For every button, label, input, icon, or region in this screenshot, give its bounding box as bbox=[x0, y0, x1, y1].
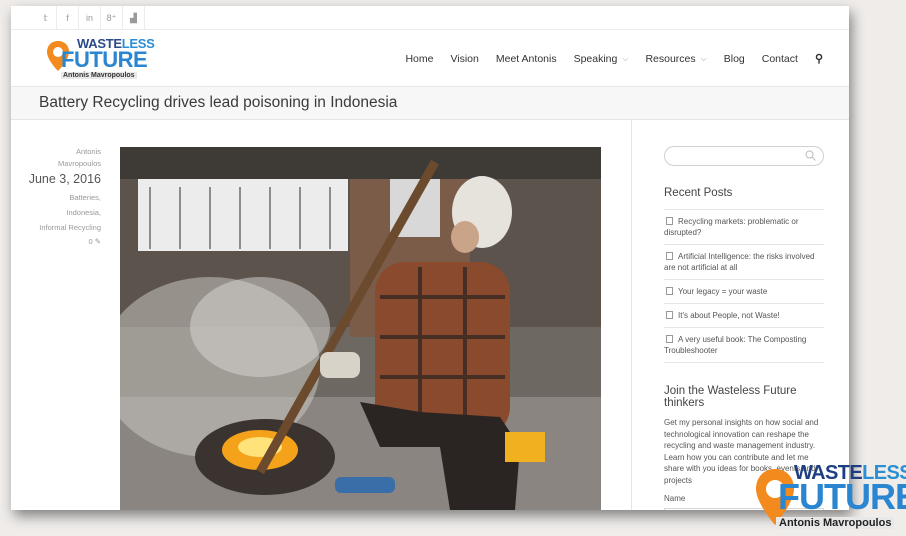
site-logo[interactable]: WASTELESS FUTURE Antonis Mavropoulos bbox=[47, 36, 157, 82]
category-batteries[interactable]: Batteries, bbox=[23, 190, 101, 205]
nav-contact[interactable]: Contact bbox=[762, 53, 798, 65]
nav-meet-antonis[interactable]: Meet Antonis bbox=[496, 53, 557, 65]
search-icon[interactable]: ⚲ bbox=[815, 52, 823, 65]
watermark-word-future: FUTURE bbox=[778, 476, 906, 517]
recent-post-item[interactable]: Your legacy = your waste bbox=[664, 279, 824, 303]
recent-post-title: Artificial Intelligence: the risks invol… bbox=[664, 252, 815, 272]
nav-blog[interactable]: Blog bbox=[724, 53, 745, 65]
facebook-icon[interactable]: f bbox=[57, 6, 79, 30]
document-icon bbox=[666, 252, 673, 260]
post-author-last[interactable]: Mavropoulos bbox=[23, 158, 101, 170]
recent-posts-heading: Recent Posts bbox=[664, 187, 733, 199]
main-nav: Home Vision Meet Antonis Speaking ⌵ Resou… bbox=[388, 30, 823, 87]
recent-post-title: Recycling markets: problematic or disrup… bbox=[664, 217, 799, 237]
twitter-icon[interactable]: 𝕥 bbox=[35, 6, 57, 30]
recent-post-title: A very useful book: The Composting Troub… bbox=[664, 335, 807, 355]
browser-page: 𝕥 f in 8⁺ ▟ WASTELESS FUTURE Antonis Mav… bbox=[11, 6, 849, 510]
page-title-bar: Battery Recycling drives lead poisoning … bbox=[11, 87, 849, 120]
youtube-icon[interactable]: ▟ bbox=[123, 6, 145, 30]
googleplus-icon[interactable]: 8⁺ bbox=[101, 6, 123, 30]
recent-post-title: It's about People, not Waste! bbox=[678, 311, 780, 320]
chevron-down-icon: ⌵ bbox=[622, 53, 629, 63]
recent-posts-list: Recycling markets: problematic or disrup… bbox=[664, 209, 824, 363]
chevron-down-icon: ⌵ bbox=[700, 53, 707, 63]
nav-speaking[interactable]: Speaking ⌵ bbox=[574, 53, 629, 65]
site-header: WASTELESS FUTURE Antonis Mavropoulos Hom… bbox=[11, 30, 849, 87]
battery-smelting-photo bbox=[120, 147, 601, 510]
nav-speaking-label: Speaking bbox=[573, 52, 618, 65]
newsletter-heading: Join the Wasteless Future thinkers bbox=[664, 385, 797, 409]
recent-post-item[interactable]: Recycling markets: problematic or disrup… bbox=[664, 209, 824, 244]
social-bar: 𝕥 f in 8⁺ ▟ bbox=[11, 6, 849, 30]
document-icon bbox=[666, 217, 673, 225]
category-indonesia[interactable]: Indonesia, bbox=[23, 205, 101, 220]
sidebar-divider bbox=[631, 120, 632, 510]
search-icon[interactable] bbox=[805, 150, 816, 161]
logo-author: Antonis Mavropoulos bbox=[61, 72, 137, 79]
watermark-author: Antonis Mavropoulos bbox=[776, 517, 895, 529]
recent-post-item[interactable]: Artificial Intelligence: the risks invol… bbox=[664, 244, 824, 279]
recent-post-item[interactable]: It's about People, not Waste! bbox=[664, 303, 824, 327]
document-icon bbox=[666, 311, 673, 319]
sidebar-search-input[interactable] bbox=[664, 146, 824, 166]
document-icon bbox=[666, 335, 673, 343]
nav-resources-label: Resources bbox=[645, 52, 696, 65]
recent-post-item[interactable]: A very useful book: The Composting Troub… bbox=[664, 327, 824, 363]
comments-count[interactable]: 0 ✎ bbox=[23, 237, 101, 246]
linkedin-icon[interactable]: in bbox=[79, 6, 101, 30]
watermark-logo: WASTELESS FUTURE Antonis Mavropoulos bbox=[756, 457, 906, 531]
logo-word-future: FUTURE bbox=[61, 47, 148, 72]
category-informal-recycling[interactable]: Informal Recycling bbox=[23, 220, 101, 235]
post-meta: Antonis Mavropoulos June 3, 2016 Batteri… bbox=[23, 146, 101, 246]
nav-vision[interactable]: Vision bbox=[450, 53, 478, 65]
post-date: June 3, 2016 bbox=[28, 172, 101, 186]
sidebar: Recent Posts Recycling markets: problema… bbox=[664, 146, 824, 510]
nav-home[interactable]: Home bbox=[405, 53, 433, 65]
recent-post-title: Your legacy = your waste bbox=[678, 287, 768, 296]
post-author-first[interactable]: Antonis bbox=[23, 146, 101, 158]
featured-image bbox=[120, 147, 601, 510]
page-title: Battery Recycling drives lead poisoning … bbox=[39, 94, 398, 111]
document-icon bbox=[666, 287, 673, 295]
nav-resources[interactable]: Resources ⌵ bbox=[645, 53, 706, 65]
